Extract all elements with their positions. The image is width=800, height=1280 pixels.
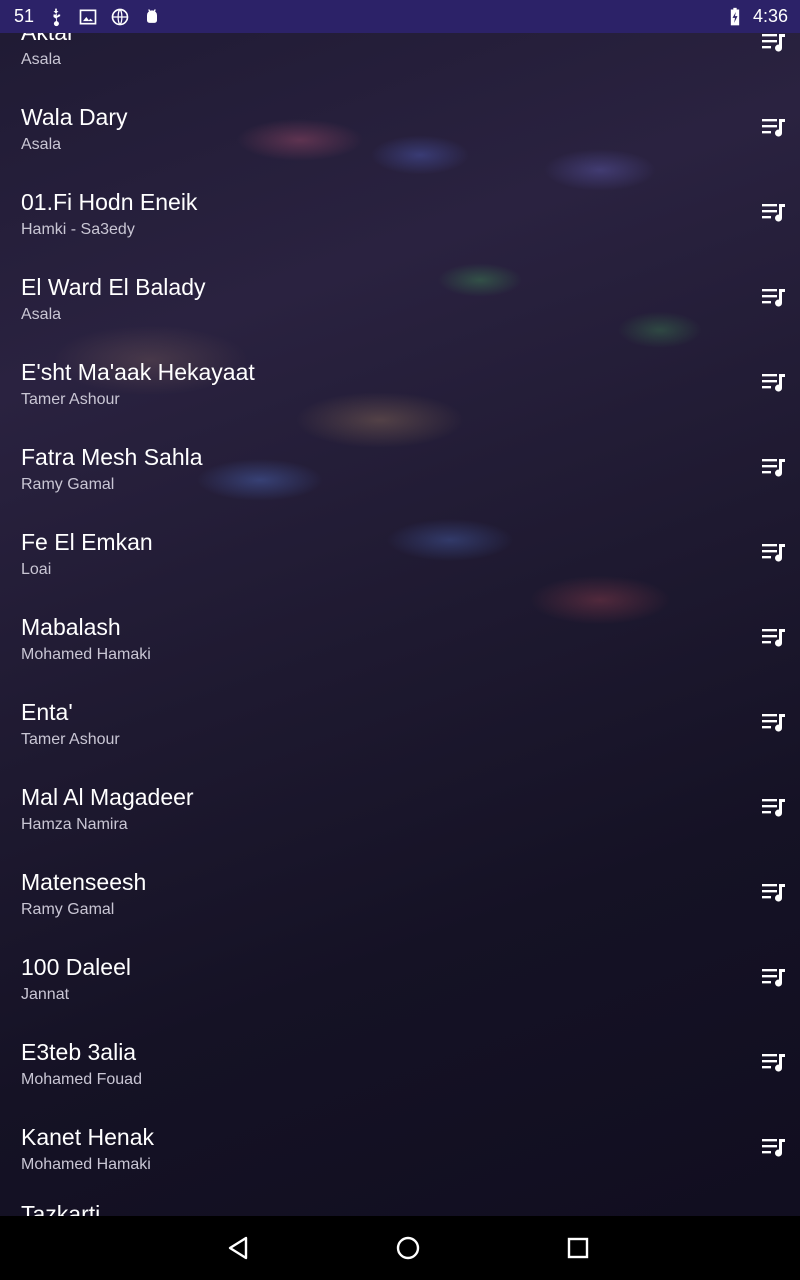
list-item[interactable]: Matenseesh Ramy Gamal — [0, 869, 800, 954]
song-artist: Loai — [21, 561, 52, 578]
list-item[interactable]: Fatra Mesh Sahla Ramy Gamal — [0, 444, 800, 529]
song-title: 100 Daleel — [21, 954, 131, 980]
song-title: E'sht Ma'aak Hekayaat — [21, 359, 255, 385]
list-item[interactable]: E'sht Ma'aak Hekayaat Tamer Ashour — [0, 359, 800, 444]
back-icon[interactable] — [224, 1234, 252, 1262]
list-item[interactable]: Wala Dary Asala — [0, 104, 800, 189]
playlist-add-icon[interactable] — [760, 201, 788, 225]
playlist-add-icon[interactable] — [760, 456, 788, 480]
recents-icon[interactable] — [564, 1234, 592, 1262]
song-title: Fatra Mesh Sahla — [21, 444, 203, 470]
list-item[interactable]: 01.Fi Hodn Eneik Hamki - Sa3edy — [0, 189, 800, 274]
image-icon — [79, 9, 97, 24]
playlist-add-icon[interactable] — [760, 626, 788, 650]
clock: 4:36 — [752, 6, 788, 26]
song-title: Wala Dary — [21, 104, 128, 130]
song-title: 01.Fi Hodn Eneik — [21, 189, 198, 215]
song-title: Tazkarti — [21, 1201, 101, 1216]
battery-charging-icon — [730, 7, 740, 25]
list-item[interactable]: El Ward El Balady Asala — [0, 274, 800, 359]
list-item[interactable]: Enta' Tamer Ashour — [0, 699, 800, 784]
list-item[interactable]: Mal Al Magadeer Hamza Namira — [0, 784, 800, 869]
playlist-add-icon[interactable] — [760, 881, 788, 905]
song-artist: Mohamed Hamaki — [21, 1156, 151, 1173]
list-item[interactable]: 100 Daleel Jannat — [0, 954, 800, 1039]
song-title: El Ward El Balady — [21, 274, 206, 300]
song-artist: Hamza Namira — [21, 816, 128, 833]
song-title: Aktar — [21, 33, 75, 46]
song-artist: Tamer Ashour — [21, 731, 120, 748]
song-artist: Mohamed Hamaki — [21, 646, 151, 663]
playlist-add-icon[interactable] — [760, 371, 788, 395]
song-artist: Jannat — [21, 986, 70, 1003]
home-icon[interactable] — [394, 1234, 422, 1262]
playlist-add-icon[interactable] — [760, 1051, 788, 1075]
status-bar-right: 4:36 — [725, 6, 800, 27]
song-title: Kanet Henak — [21, 1124, 154, 1150]
song-title: Enta' — [21, 699, 73, 725]
playlist-add-icon[interactable] — [760, 966, 788, 990]
song-artist: Asala — [21, 136, 62, 153]
list-item[interactable]: Mabalash Mohamed Hamaki — [0, 614, 800, 699]
usb-icon — [51, 8, 61, 26]
song-title: Mabalash — [21, 614, 121, 640]
song-artist: Tamer Ashour — [21, 391, 120, 408]
list-item[interactable]: E3teb 3alia Mohamed Fouad — [0, 1039, 800, 1124]
song-artist: Ramy Gamal — [21, 901, 115, 918]
list-item[interactable]: Fe El Emkan Loai — [0, 529, 800, 614]
playlist-add-icon[interactable] — [760, 541, 788, 565]
list-item[interactable]: Aktar Asala — [0, 33, 800, 104]
song-artist: Asala — [21, 51, 62, 68]
vpn-globe-icon — [111, 8, 129, 25]
list-item[interactable]: Kanet Henak Mohamed Hamaki — [0, 1124, 800, 1209]
playlist-add-icon[interactable] — [760, 116, 788, 140]
song-title: E3teb 3alia — [21, 1039, 137, 1065]
navigation-bar — [0, 1216, 800, 1280]
status-bar-left: 51 — [0, 6, 162, 27]
song-artist: Hamki - Sa3edy — [21, 221, 135, 238]
song-title: Fe El Emkan — [21, 529, 153, 555]
list-item[interactable]: Tazkarti — [0, 1201, 800, 1216]
playlist-add-icon[interactable] — [760, 1136, 788, 1160]
playlist-add-icon[interactable] — [760, 711, 788, 735]
status-bar: 51 4:36 — [0, 0, 800, 33]
song-title: Matenseesh — [21, 869, 147, 895]
song-artist: Asala — [21, 306, 62, 323]
song-title: Mal Al Magadeer — [21, 784, 194, 810]
playlist-add-icon[interactable] — [760, 33, 788, 55]
playlist-add-icon[interactable] — [760, 286, 788, 310]
playlist-add-icon[interactable] — [760, 796, 788, 820]
song-artist: Ramy Gamal — [21, 476, 115, 493]
android-debug-icon — [147, 8, 158, 23]
song-artist: Mohamed Fouad — [21, 1071, 142, 1088]
song-list[interactable]: Aktar Asala Wala Dary Asala 01.Fi Hodn E… — [0, 33, 800, 1216]
notification-count: 51 — [14, 6, 35, 26]
